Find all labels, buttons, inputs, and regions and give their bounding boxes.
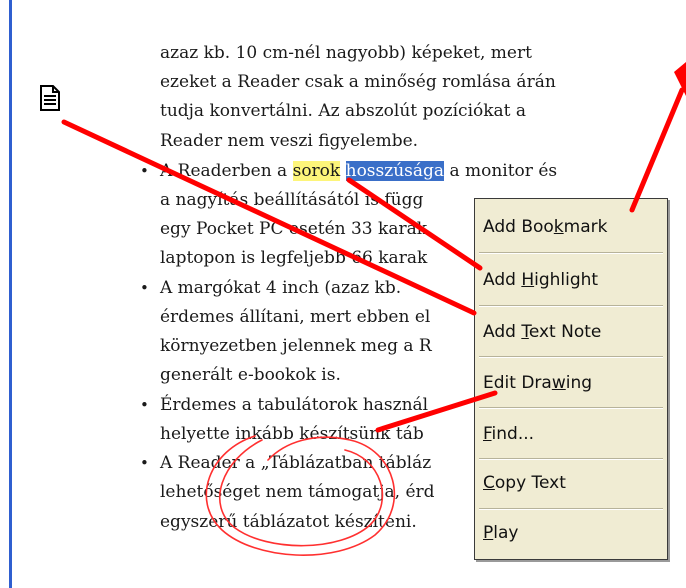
text-line: érdemes állítani, mert ebben el <box>160 307 431 327</box>
menu-item-find[interactable]: Find... <box>475 408 667 460</box>
text-span: A Readerben a <box>160 161 293 181</box>
text-line: egyszerű táblázatot készíteni. <box>160 512 417 532</box>
text-line: tudja konvertálni. Az abszolút pozícióka… <box>160 101 527 121</box>
text-line: laptopon is legfeljebb 66 karak <box>160 248 428 268</box>
highlighted-text[interactable]: sorok <box>292 161 341 181</box>
menu-item-label: Add <box>483 270 522 290</box>
menu-accelerator: P <box>483 523 494 543</box>
menu-accelerator: H <box>521 270 535 290</box>
menu-item-add-highlight[interactable]: Add Highlight <box>475 254 667 306</box>
list-bullet: • <box>140 454 149 472</box>
menu-item-label: ighlight <box>534 270 599 290</box>
menu-item-label: lay <box>493 523 519 543</box>
note-icon[interactable] <box>37 84 63 112</box>
text-line: Reader nem veszi figyelembe. <box>160 131 419 151</box>
menu-item-add-bookmark[interactable]: Add Bookmark <box>475 201 667 253</box>
text-line: ezeket a Reader csak a minőség romlása á… <box>160 72 556 92</box>
context-menu: Add Bookmark Add Highlight Add Text Note… <box>474 198 668 560</box>
menu-accelerator: F <box>483 424 492 444</box>
list-bullet: • <box>140 396 149 414</box>
menu-item-play[interactable]: Play <box>475 507 667 559</box>
text-line: egy Pocket PC esetén 33 karak <box>160 219 428 239</box>
text-line: azaz kb. 10 cm-nél nagyobb) képeket, mer… <box>160 43 532 63</box>
selected-text[interactable]: hosszúsága <box>345 161 445 181</box>
menu-item-label: ind... <box>491 424 535 444</box>
menu-item-label: ing <box>565 373 593 393</box>
menu-accelerator: k <box>553 217 564 237</box>
menu-item-edit-drawing[interactable]: Edit Drawing <box>475 357 667 409</box>
text-line: környezetben jelennek meg a R <box>160 336 432 356</box>
menu-item-label: Add Boo <box>483 217 554 237</box>
text-line: helyette inkább készítsünk táb <box>160 424 424 444</box>
list-bullet: • <box>140 279 149 297</box>
menu-item-add-text-note[interactable]: Add Text Note <box>475 306 667 358</box>
menu-item-label: Add <box>483 322 522 342</box>
menu-item-copy-text[interactable]: Copy Text <box>475 457 667 509</box>
text-line: lehetőséget nem támogatja, érd <box>160 482 435 502</box>
text-line: A Readerben a sorok hosszúsága a monitor… <box>160 160 557 184</box>
menu-item-label: opy Text <box>494 473 566 493</box>
list-bullet: • <box>140 162 149 180</box>
menu-accelerator: w <box>551 373 566 393</box>
text-line: Érdemes a tabulátorok használ <box>160 395 429 415</box>
menu-accelerator: C <box>483 473 495 493</box>
text-span: a monitor és <box>444 161 558 181</box>
text-line: generált e-bookok is. <box>160 365 341 385</box>
menu-item-label: ext Note <box>528 322 602 342</box>
text-line: a nagyítás beállításától is függ <box>160 190 424 210</box>
text-line: A Reader a „Táblázatban tábláz <box>160 453 432 473</box>
note-icon-glyph <box>40 85 60 111</box>
text-line: A margókat 4 inch (azaz kb. <box>160 278 402 298</box>
text-span <box>340 161 345 181</box>
menu-item-label: Edit Dra <box>483 373 552 393</box>
menu-accelerator: T <box>521 322 529 342</box>
menu-item-label: mark <box>563 217 608 237</box>
